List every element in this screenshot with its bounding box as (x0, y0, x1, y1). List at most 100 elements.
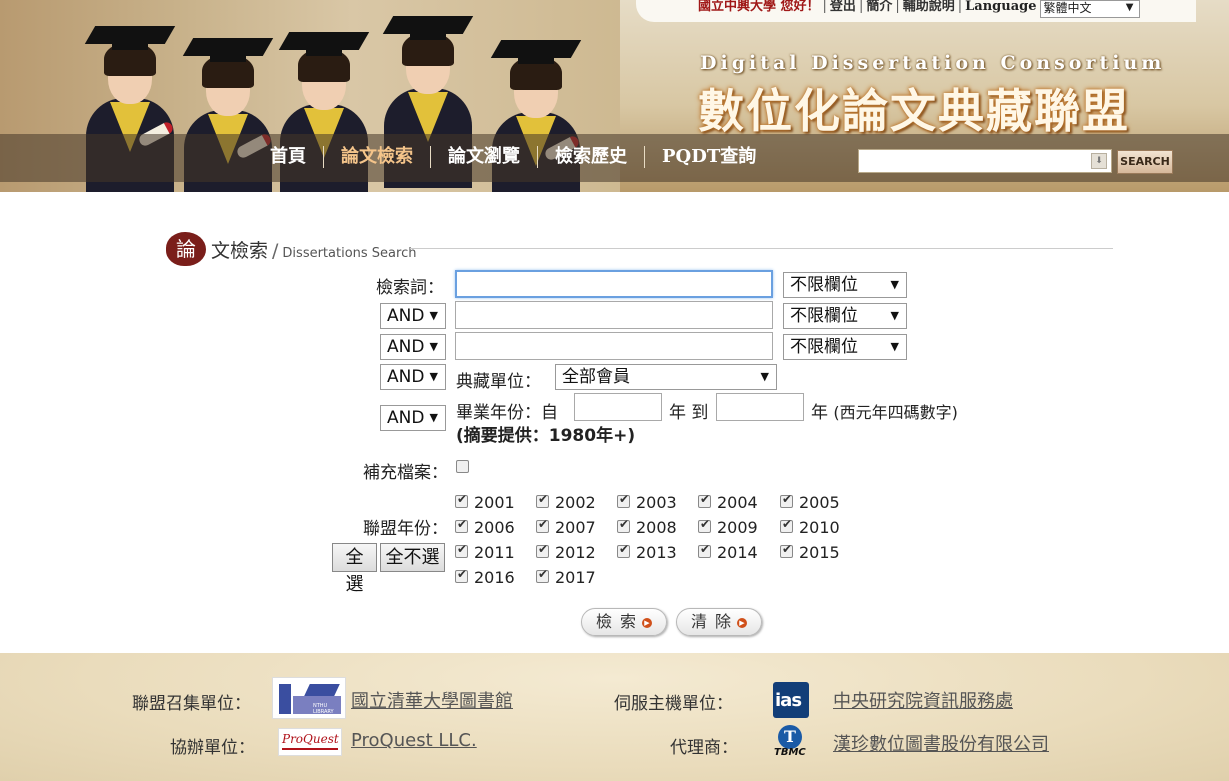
nav-pqdt-search[interactable]: PQDT查詢 (644, 146, 773, 168)
brand-english: Digital Dissertation Consortium (700, 52, 1166, 74)
year-checkbox-label: 2003 (636, 493, 677, 512)
year-checkbox[interactable] (698, 492, 711, 508)
host-link[interactable]: 中央研究院資訊服務處 (833, 687, 1013, 713)
supplement-checkbox[interactable] (456, 460, 469, 473)
year-checkbox[interactable] (698, 542, 711, 558)
keyword-input-1[interactable] (455, 270, 773, 298)
field-select-3[interactable]: 不限欄位 ▼ (783, 334, 907, 360)
year-checkbox[interactable] (698, 517, 711, 533)
intro-link[interactable]: 簡介 (866, 0, 892, 14)
convener-label: 聯盟召集單位： (132, 694, 251, 714)
year-checkbox-label: 2010 (799, 518, 840, 537)
year-checkbox-label: 2011 (474, 543, 515, 562)
supplement-label: 補充檔案： (363, 463, 448, 483)
year-checkbox-label: 2017 (555, 568, 596, 587)
chevron-down-icon: ▼ (1125, 2, 1134, 13)
year-checkbox[interactable] (780, 542, 793, 558)
help-link[interactable]: 輔助說明 (903, 0, 955, 14)
select-all-button[interactable]: 全選 (332, 543, 377, 595)
host-label: 伺服主機單位： (614, 694, 733, 714)
search-button[interactable]: 檢索▶ (581, 608, 667, 636)
year-checkbox[interactable] (536, 517, 549, 533)
year-checkbox-label: 2012 (555, 543, 596, 562)
year-checkbox-label: 2001 (474, 493, 515, 512)
year-checkbox[interactable] (536, 492, 549, 508)
chevron-down-icon: ▼ (760, 370, 769, 383)
convener-link[interactable]: 國立清華大學圖書館 (351, 687, 513, 713)
keyword-input-2[interactable] (455, 301, 773, 329)
clear-button[interactable]: 清除▶ (676, 608, 762, 636)
chevron-down-icon: ▼ (429, 370, 438, 383)
chevron-down-icon: ▼ (429, 340, 438, 353)
logout-link[interactable]: 登出 (830, 0, 856, 14)
year-checkbox[interactable] (780, 517, 793, 533)
year-checkbox-label: 2002 (555, 493, 596, 512)
year-checkbox-label: 2005 (799, 493, 840, 512)
keyword-label: 檢索詞： (376, 278, 444, 298)
arrow-right-icon: ▶ (737, 617, 747, 628)
proquest-logo: ProQuest (278, 728, 342, 756)
year-checkbox-label: 2009 (717, 518, 758, 537)
nav-home[interactable]: 首頁 (270, 146, 323, 168)
ias-logo: ias (773, 682, 809, 718)
bool-select-3[interactable]: AND ▼ (380, 364, 446, 390)
bool-select-1[interactable]: AND ▼ (380, 303, 446, 329)
year-checkbox[interactable] (455, 567, 468, 583)
grad-year-label: 畢業年份：自 (456, 403, 558, 423)
chevron-down-icon: ▼ (890, 278, 899, 291)
year-checkbox[interactable] (536, 542, 549, 558)
dropdown-arrow-icon[interactable]: ⬇ (1091, 153, 1107, 169)
section-title: 文檢索 / Dissertations Search (211, 240, 417, 262)
year-checkbox[interactable] (455, 517, 468, 533)
chevron-down-icon: ▼ (890, 340, 899, 353)
chevron-down-icon: ▼ (429, 309, 438, 322)
language-select[interactable]: 繁體中文 ▼ (1040, 0, 1141, 18)
site-footer (0, 653, 1229, 781)
abstract-note: (摘要提供：1980年+) (456, 426, 636, 446)
header-search-button[interactable]: SEARCH (1117, 150, 1173, 174)
main-nav: 首頁 論文檢索 論文瀏覽 檢索歷史 PQDT查詢 (270, 146, 773, 168)
proquest-link[interactable]: ProQuest LLC. (351, 730, 477, 751)
agent-link[interactable]: 漢珍數位圖書股份有限公司 (833, 730, 1049, 756)
brand-chinese: 數位化論文典藏聯盟 (698, 84, 1130, 138)
year-checkbox-label: 2015 (799, 543, 840, 562)
agent-label: 代理商： (670, 738, 738, 758)
chevron-down-icon: ▼ (890, 309, 899, 322)
user-greeting: 國立中興大學 您好！ (698, 0, 820, 14)
union-year-label: 聯盟年份： (363, 519, 448, 539)
year-from-input[interactable] (574, 393, 662, 421)
year-to-input[interactable] (716, 393, 804, 421)
nav-search-history[interactable]: 檢索歷史 (537, 146, 644, 168)
year-checkbox-label: 2006 (474, 518, 515, 537)
year-checkbox[interactable] (780, 492, 793, 508)
arrow-right-icon: ▶ (642, 617, 652, 628)
section-seal-icon: 論 (166, 232, 206, 266)
nav-dissertation-browse[interactable]: 論文瀏覽 (430, 146, 537, 168)
year-checkbox-label: 2004 (717, 493, 758, 512)
keyword-input-3[interactable] (455, 332, 773, 360)
year-checkbox[interactable] (455, 492, 468, 508)
year-checkbox[interactable] (617, 517, 630, 533)
bool-select-4[interactable]: AND ▼ (380, 405, 446, 431)
year-suffix-label: 年 (西元年四碼數字) (811, 403, 958, 423)
year-checkbox-label: 2013 (636, 543, 677, 562)
year-to-label: 年 到 (669, 403, 709, 423)
year-checkbox[interactable] (455, 542, 468, 558)
year-checkbox[interactable] (536, 567, 549, 583)
nthu-library-logo: NTHU LIBRARY (272, 677, 346, 719)
field-select-1[interactable]: 不限欄位 ▼ (783, 272, 907, 298)
section-divider (410, 248, 1113, 249)
chevron-down-icon: ▼ (429, 411, 438, 424)
collection-select[interactable]: 全部會員 ▼ (555, 364, 777, 390)
year-checkbox-label: 2016 (474, 568, 515, 587)
top-links-bar: 國立中興大學 您好！ | 登出 | 簡介 | 輔助說明 | Language 繁體中文 ▼ (636, 0, 1196, 22)
bool-select-2[interactable]: AND ▼ (380, 334, 446, 360)
year-checkbox[interactable] (617, 492, 630, 508)
nav-dissertation-search[interactable]: 論文檢索 (323, 146, 430, 168)
year-checkbox[interactable] (617, 542, 630, 558)
select-none-button[interactable]: 全不選 (380, 543, 445, 572)
co-organizer-label: 協辦單位： (170, 738, 255, 758)
year-checkbox-label: 2007 (555, 518, 596, 537)
header-search-input[interactable]: ⬇ (858, 149, 1112, 173)
field-select-2[interactable]: 不限欄位 ▼ (783, 303, 907, 329)
